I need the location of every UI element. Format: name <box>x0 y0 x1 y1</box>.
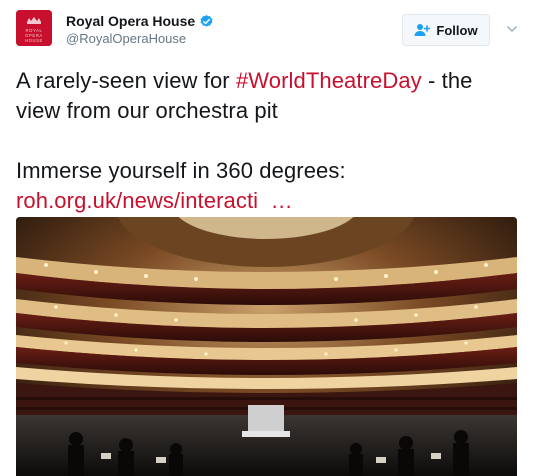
user-handle[interactable]: @RoyalOperaHouse <box>66 31 214 46</box>
tweet-text-segment: A rarely-seen view for <box>16 68 236 93</box>
display-name[interactable]: Royal Opera House <box>66 13 195 29</box>
hashtag-link[interactable]: #WorldTheatreDay <box>236 68 422 93</box>
follow-label: Follow <box>436 22 478 38</box>
tweet-paragraph: roh.org.uk/news/interacti … <box>16 186 516 216</box>
add-user-icon <box>414 23 431 37</box>
svg-text:HOUSE: HOUSE <box>25 38 43 43</box>
name-row: Royal Opera House <box>66 12 214 30</box>
tweet-paragraph: A rarely-seen view for #WorldTheatreDay … <box>16 66 516 126</box>
link-ellipsis[interactable]: … <box>271 188 293 213</box>
author-info[interactable]: Royal Opera House @RoyalOperaHouse <box>66 12 214 46</box>
tweet-text-segment: Immerse yourself in 360 degrees: <box>16 158 346 183</box>
verified-badge-icon <box>199 14 214 29</box>
tweet-card: ROYAL OPERA HOUSE Royal Opera House @Roy… <box>0 0 533 476</box>
tweet-text: A rarely-seen view for #WorldTheatreDay … <box>16 66 516 216</box>
chevron-down-icon[interactable] <box>506 23 518 35</box>
media-photo[interactable] <box>16 217 517 476</box>
url-link[interactable]: roh.org.uk/news/interacti <box>16 188 258 213</box>
follow-button[interactable]: Follow <box>402 14 490 46</box>
tweet-paragraph: Immerse yourself in 360 degrees: <box>16 156 516 186</box>
auditorium-photo <box>16 217 517 476</box>
avatar[interactable]: ROYAL OPERA HOUSE <box>16 10 52 46</box>
royal-crest-logo: ROYAL OPERA HOUSE <box>16 10 52 46</box>
